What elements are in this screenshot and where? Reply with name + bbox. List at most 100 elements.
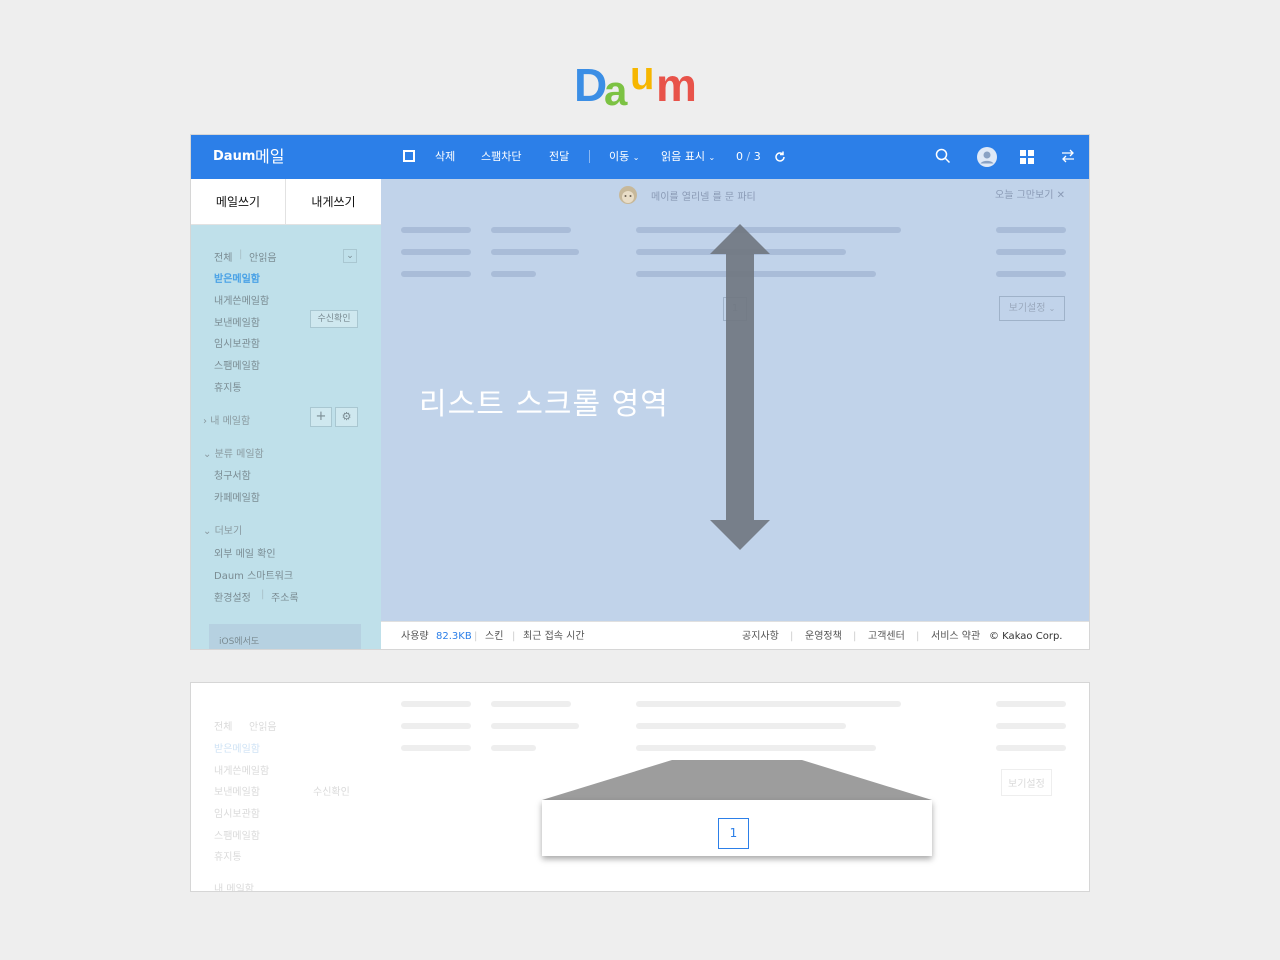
faded-folder-drafts: 임시보관함	[214, 809, 260, 820]
move-button[interactable]: 이동 ⌄	[609, 135, 639, 179]
hide-today-button[interactable]: 오늘 그만보기 ✕	[995, 186, 1065, 201]
filter-divider: |	[239, 249, 243, 260]
faded-view-settings: 보기설정	[1001, 769, 1052, 796]
faded-my-mailbox: 내 메일함	[214, 884, 254, 892]
faded-folder-self-sent: 내게쓴메일함	[214, 766, 270, 777]
close-icon: ✕	[1056, 190, 1065, 201]
faded-view-settings-label: 보기설정	[1008, 779, 1045, 790]
page-1-button[interactable]: 1	[718, 818, 749, 849]
folder-self-sent[interactable]: 내게쓴메일함	[214, 292, 269, 307]
faded-folder-sent: 보낸메일함	[214, 787, 260, 798]
category-mailbox-label: 분류 메일함	[214, 449, 264, 460]
settings-link[interactable]: 환경설정	[214, 589, 251, 604]
row-date	[996, 271, 1066, 277]
more-section[interactable]: ⌄ 더보기	[203, 522, 242, 537]
faded-row	[401, 723, 471, 729]
mark-read-label: 읽음 표시	[661, 150, 705, 163]
logo-letter-d: D	[574, 59, 608, 111]
apps-grid-icon[interactable]	[1020, 149, 1034, 168]
row-check	[401, 271, 471, 277]
footer-divider: |	[512, 631, 516, 642]
chevron-down-icon: ⌄	[708, 153, 716, 162]
faded-filter-unread: 안읽음	[249, 722, 277, 733]
my-mailbox-section[interactable]: › 내 메일함	[203, 412, 250, 427]
skin-link[interactable]: 스킨	[485, 622, 503, 649]
refresh-icon[interactable]	[773, 149, 787, 168]
folder-bills[interactable]: 청구서함	[214, 467, 251, 482]
selection-count: 0 / 3	[736, 135, 761, 179]
faded-row	[996, 745, 1066, 751]
view-settings-button[interactable]: 보기설정 ⌄	[999, 296, 1065, 321]
faded-folder-inbox: 받은메일함	[214, 744, 260, 755]
footer-divider: |	[474, 631, 478, 642]
faded-row	[636, 745, 876, 751]
logo-letter-a: a	[604, 67, 628, 114]
folder-inbox[interactable]: 받은메일함	[214, 270, 260, 285]
terms-link[interactable]: 서비스 약관	[931, 622, 980, 649]
count-separator: /	[746, 150, 751, 163]
faded-folder-trash: 휴지통	[214, 852, 242, 863]
row-sender	[491, 271, 536, 277]
row-sender	[491, 249, 579, 255]
footer-divider: |	[790, 631, 794, 642]
compose-to-self-button[interactable]: 내게쓰기	[286, 179, 381, 225]
logo-letter-m: m	[656, 59, 697, 111]
faded-read-receipt: 수신확인	[313, 787, 350, 798]
footer-divider: |	[853, 631, 857, 642]
faded-row	[401, 745, 471, 751]
folder-spam[interactable]: 스팸메일함	[214, 357, 260, 372]
mark-read-button[interactable]: 읽음 표시 ⌄	[661, 135, 715, 179]
top-toolbar: Daum 메일 삭제 스팸차단 전달 이동 ⌄ 읽음 표시 ⌄ 0 / 3	[191, 135, 1089, 179]
zoomed-pagination: 1	[542, 800, 932, 856]
row-sender	[491, 227, 571, 233]
filter-all[interactable]: 전체	[214, 249, 232, 264]
folder-settings-gear-icon[interactable]: ⚙	[335, 407, 358, 427]
usage-label: 사용량	[401, 631, 429, 642]
external-mail-link[interactable]: 외부 메일 확인	[214, 545, 276, 560]
profile-avatar-icon[interactable]	[976, 146, 998, 172]
smartwork-link[interactable]: Daum 스마트워크	[214, 567, 293, 582]
compose-row: 메일쓰기 내게쓰기	[191, 179, 381, 225]
last-login-link[interactable]: 최근 접속 시간	[523, 622, 585, 649]
selected-count: 0	[736, 150, 743, 163]
row-date	[996, 227, 1066, 233]
address-book-link[interactable]: 주소록	[271, 589, 299, 604]
chevron-down-icon: ⌄	[1048, 304, 1056, 313]
folder-drafts[interactable]: 임시보관함	[214, 335, 260, 350]
brand-logo[interactable]: Daum	[213, 135, 255, 179]
mail-window: Daum 메일 삭제 스팸차단 전달 이동 ⌄ 읽음 표시 ⌄ 0 / 3 메일…	[190, 134, 1090, 650]
footer-bar: 사용량 82.3KB | 스킨 | 최근 접속 시간 공지사항 | 운영정책 |…	[381, 621, 1089, 649]
spam-block-button[interactable]: 스팸차단	[481, 135, 521, 179]
filter-unread[interactable]: 안읽음	[249, 249, 277, 264]
folder-cafe[interactable]: 카페메일함	[214, 489, 260, 504]
policy-link[interactable]: 운영정책	[805, 622, 842, 649]
support-link[interactable]: 고객센터	[868, 622, 905, 649]
faded-row	[636, 723, 846, 729]
category-mailbox-section[interactable]: ⌄ 분류 메일함	[203, 445, 264, 460]
ios-promo-text: iOS에서도	[219, 637, 260, 647]
folder-toggle-button[interactable]: ⌄	[343, 249, 357, 263]
switch-arrows-icon[interactable]	[1060, 148, 1076, 168]
compose-button[interactable]: 메일쓰기	[191, 179, 286, 225]
folder-sent[interactable]: 보낸메일함	[214, 314, 260, 329]
scroll-direction-arrow-icon	[710, 224, 770, 550]
more-label: 더보기	[214, 526, 243, 537]
read-receipt-button[interactable]: 수신확인	[310, 310, 358, 328]
faded-row	[491, 723, 579, 729]
logo-letter-u: u	[630, 54, 655, 98]
faded-row	[996, 701, 1066, 707]
promo-banner-text[interactable]: 메이를 열리넬 를 문 파티	[651, 188, 756, 203]
delete-button[interactable]: 삭제	[435, 135, 455, 179]
ios-promo-banner[interactable]: iOS에서도	[209, 624, 361, 649]
mail-title: 메일	[255, 147, 285, 166]
move-label: 이동	[609, 150, 630, 163]
scroll-area-label: 리스트 스크롤 영역	[419, 387, 669, 422]
select-all-checkbox[interactable]	[403, 150, 415, 162]
faded-row	[401, 701, 471, 707]
notice-link[interactable]: 공지사항	[742, 622, 779, 649]
row-check	[401, 249, 471, 255]
folder-trash[interactable]: 휴지통	[214, 379, 242, 394]
add-folder-button[interactable]: +	[310, 407, 332, 427]
forward-button[interactable]: 전달	[549, 135, 569, 179]
search-icon[interactable]	[935, 148, 951, 168]
